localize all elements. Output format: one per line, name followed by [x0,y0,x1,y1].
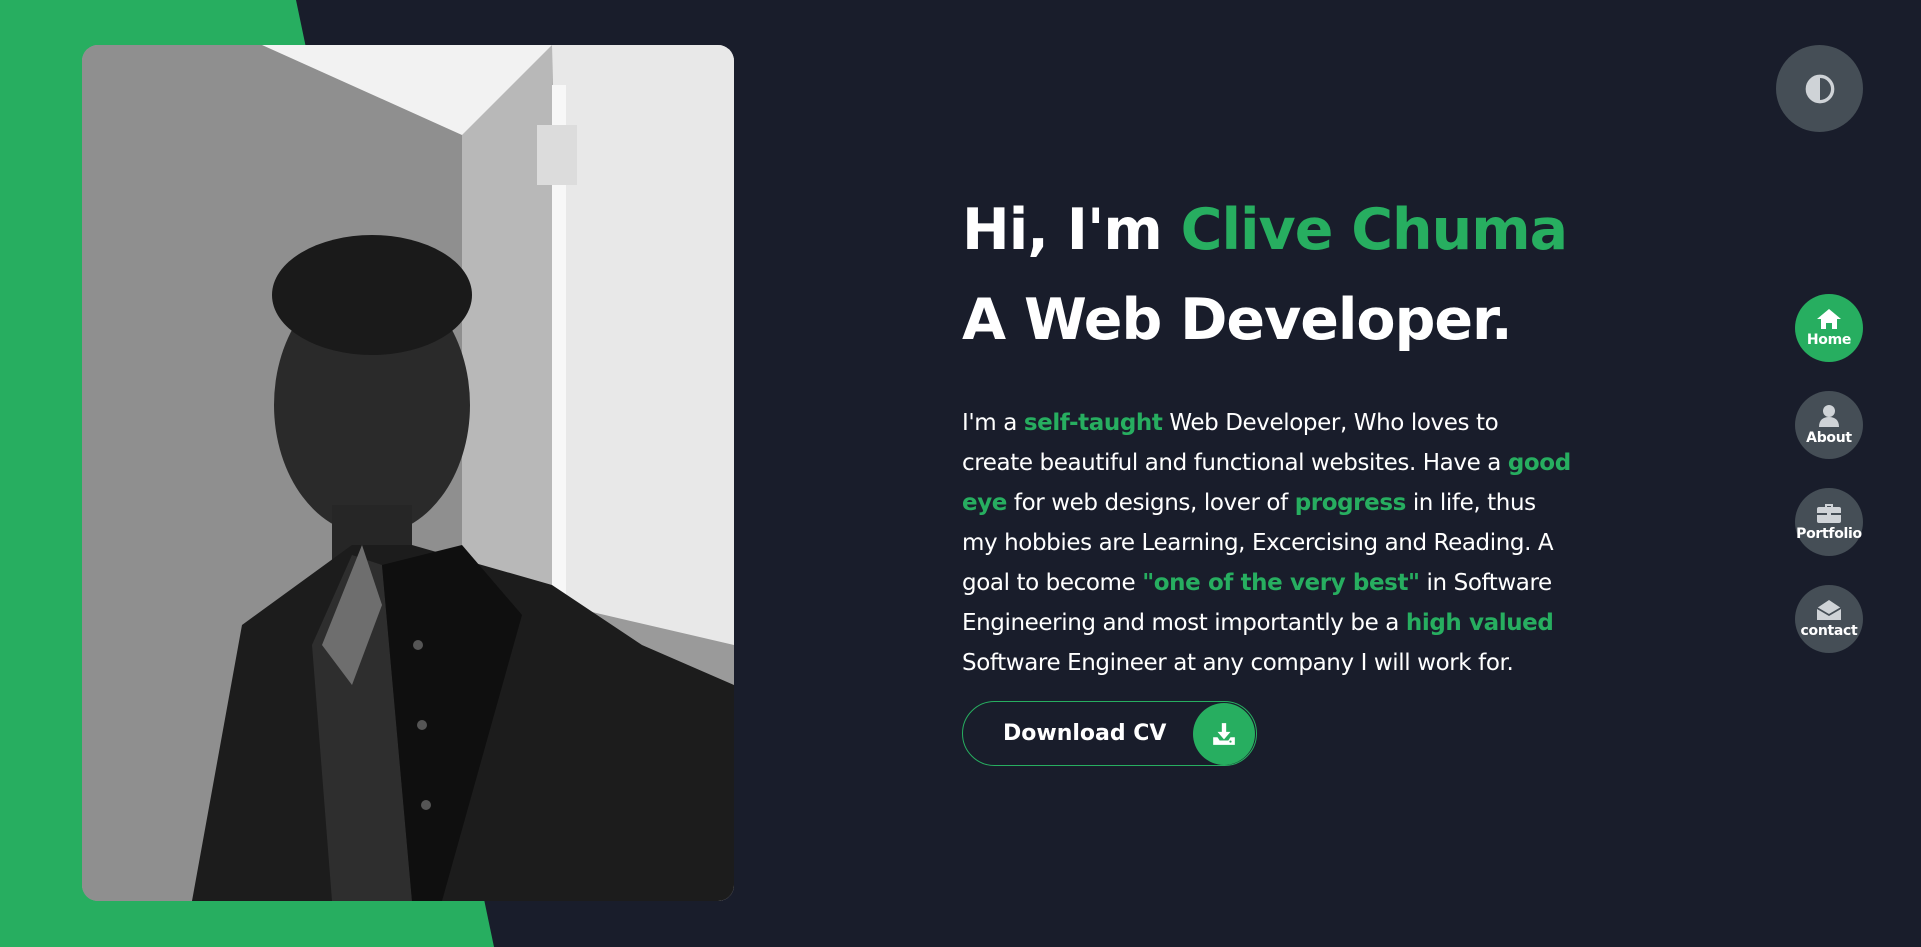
bio-paragraph: I'm a self-taught Web Developer, Who lov… [962,403,1572,683]
briefcase-icon [1817,504,1841,523]
contrast-icon [1805,74,1834,103]
hero-heading: Hi, I'm Clive Chuma A Web Developer. [962,185,1602,365]
nav-item-portfolio[interactable]: Portfolio [1795,488,1863,556]
bio-highlight: self-taught [1023,410,1163,436]
user-icon [1819,405,1839,427]
bio-highlight: "one of the very best" [1142,570,1420,596]
nav-label-about: About [1806,430,1852,446]
download-cv-button[interactable]: Download CV [962,701,1257,766]
bio-text: for web designs, lover of [1007,490,1295,516]
profile-photo [82,45,734,901]
bio-text: Software Engineer at any company I will … [962,650,1514,676]
nav-item-home[interactable]: Home [1795,294,1863,362]
hero-section: Hi, I'm Clive Chuma A Web Developer. I'm… [962,185,1602,683]
download-icon [1193,702,1255,765]
nav-label-contact: contact [1800,623,1858,639]
nav-item-about[interactable]: About [1795,391,1863,459]
envelope-icon [1816,600,1842,620]
nav-label-portfolio: Portfolio [1796,526,1862,542]
hero-name: Clive Chuma [1180,197,1568,263]
home-icon [1817,309,1841,329]
theme-toggle-button[interactable] [1776,45,1863,132]
side-nav: Home About Portfolio contact [1795,294,1863,682]
nav-item-contact[interactable]: contact [1795,585,1863,653]
nav-label-home: Home [1806,332,1852,348]
hero-role: A Web Developer. [962,287,1513,353]
bio-text: I'm a [962,410,1024,436]
bio-highlight: progress [1294,490,1407,516]
download-cv-label: Download CV [1003,721,1167,746]
bio-highlight: high valued [1405,610,1554,636]
greeting-text: Hi, I'm [962,197,1181,263]
